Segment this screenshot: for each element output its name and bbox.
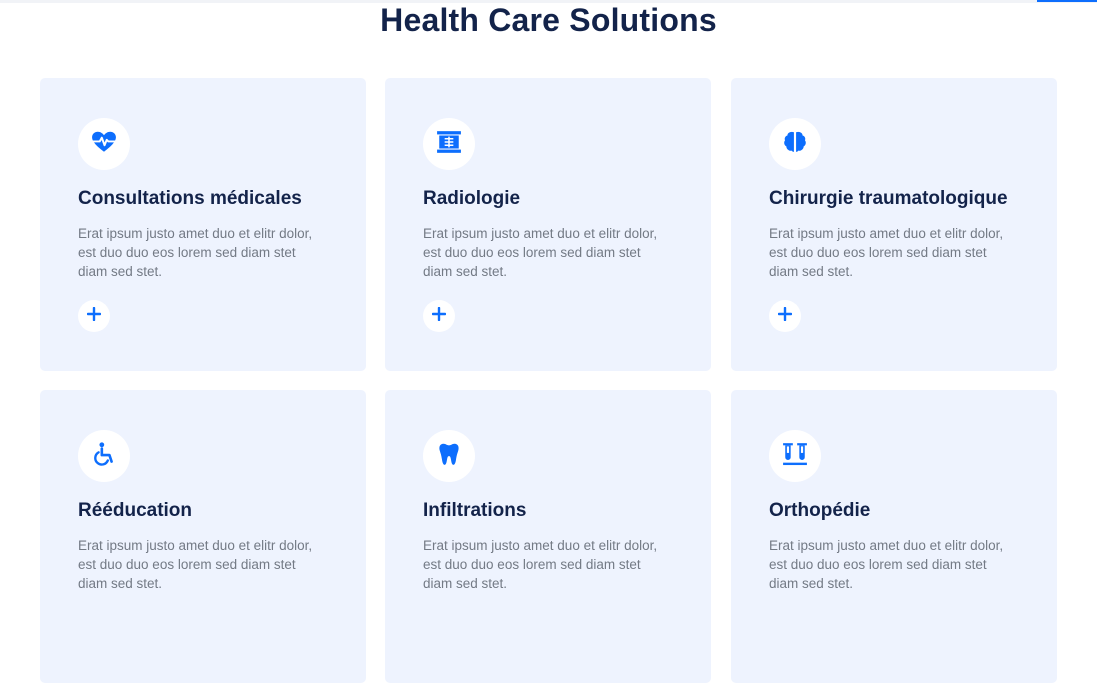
- read-more-button[interactable]: [769, 300, 801, 332]
- plus-icon: [86, 306, 102, 326]
- service-title: Chirurgie traumatologique: [769, 188, 1008, 209]
- service-icon-badge: [423, 118, 475, 170]
- service-card-consultations: Consultations médicales Erat ipsum justo…: [40, 78, 366, 371]
- wheelchair-icon: [91, 441, 117, 472]
- service-title: Orthopédie: [769, 500, 871, 521]
- service-title: Rééducation: [78, 500, 193, 521]
- brain-icon: [782, 129, 808, 160]
- service-description: Erat ipsum justo amet duo et elitr dolor…: [78, 226, 313, 279]
- service-card-reeducation: Rééducation Erat ipsum justo amet duo et…: [40, 390, 366, 683]
- service-description: Erat ipsum justo amet duo et elitr dolor…: [423, 226, 658, 279]
- service-title: Infiltrations: [423, 500, 527, 521]
- read-more-button[interactable]: [423, 300, 455, 332]
- x-ray-icon: [436, 129, 462, 160]
- vials-icon: [782, 441, 808, 472]
- service-icon-badge: [78, 118, 130, 170]
- heart-pulse-icon: [91, 129, 117, 160]
- service-description: Erat ipsum justo amet duo et elitr dolor…: [769, 226, 1004, 279]
- service-card-infiltrations: Infiltrations Erat ipsum justo amet duo …: [385, 390, 711, 683]
- service-card-orthopedie: Orthopédie Erat ipsum justo amet duo et …: [731, 390, 1057, 683]
- read-more-button[interactable]: [78, 300, 110, 332]
- service-card-chirurgie: Chirurgie traumatologique Erat ipsum jus…: [731, 78, 1057, 371]
- plus-icon: [431, 306, 447, 326]
- service-icon-badge: [769, 430, 821, 482]
- service-icon-badge: [78, 430, 130, 482]
- service-title: Consultations médicales: [78, 188, 302, 209]
- service-icon-badge: [769, 118, 821, 170]
- service-card-radiologie: Radiologie Erat ipsum justo amet duo et …: [385, 78, 711, 371]
- section-title: Health Care Solutions: [380, 2, 717, 38]
- service-icon-badge: [423, 430, 475, 482]
- tooth-icon: [436, 441, 462, 472]
- service-title: Radiologie: [423, 188, 521, 209]
- plus-icon: [777, 306, 793, 326]
